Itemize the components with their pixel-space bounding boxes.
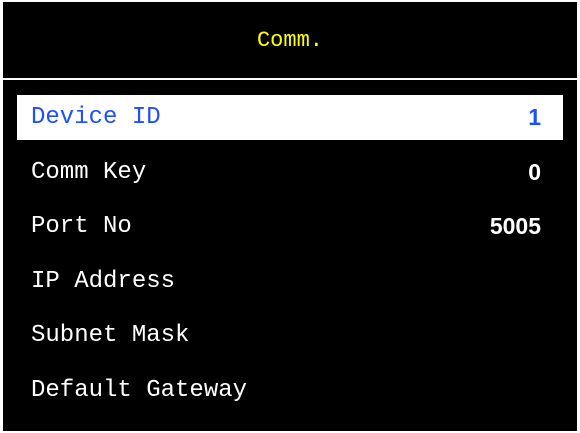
menu-item-value: 5005 [489, 213, 541, 240]
header-divider [3, 78, 577, 80]
menu-item-label: IP Address [31, 267, 176, 295]
menu-item-port-no[interactable]: Port No 5005 [17, 204, 563, 249]
menu-item-label: Device ID [31, 104, 161, 131]
comm-menu: Device ID 1 Comm Key 0 Port No 5005 IP A… [17, 95, 563, 423]
menu-item-comm-key[interactable]: Comm Key 0 [17, 150, 563, 195]
menu-item-ip-address[interactable]: IP Address [17, 259, 563, 304]
menu-item-value: 0 [528, 158, 541, 185]
menu-item-device-id[interactable]: Device ID 1 [17, 95, 563, 140]
menu-item-value: 1 [528, 104, 541, 130]
menu-item-label: Port No [31, 213, 132, 241]
menu-item-label: Subnet Mask [31, 322, 190, 350]
menu-item-subnet-mask[interactable]: Subnet Mask [17, 313, 563, 358]
header: Comm. [3, 2, 577, 78]
menu-item-default-gateway[interactable]: Default Gateway [17, 368, 563, 413]
menu-item-label: Comm Key [31, 158, 147, 186]
menu-item-label: Default Gateway [31, 376, 248, 404]
page-title: Comm. [256, 27, 323, 53]
device-screen: Comm. Device ID 1 Comm Key 0 Port No 500… [0, 0, 580, 433]
